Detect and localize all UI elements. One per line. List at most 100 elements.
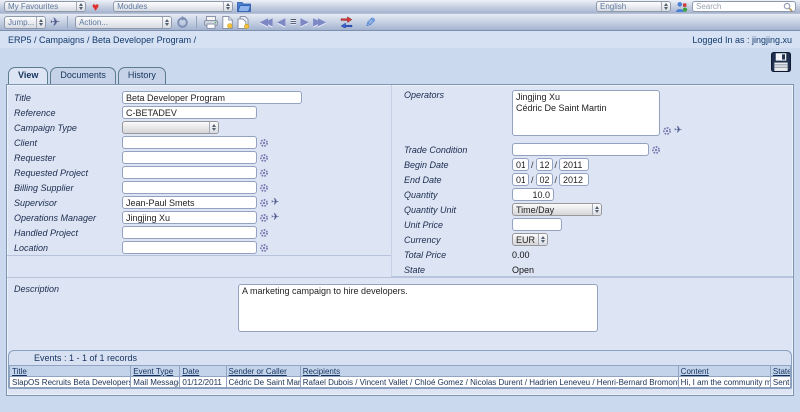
- field-label: Requested Project: [7, 168, 122, 178]
- jump-relation-icon[interactable]: ✈: [674, 126, 682, 136]
- currency-select[interactable]: EUR: [512, 233, 548, 246]
- search-icon[interactable]: [783, 2, 795, 12]
- date-separator: /: [555, 175, 558, 185]
- action-toolbar: Jump... ✈ Action... ◀◀ ◀ ≡ ▶ ▶▶: [0, 14, 800, 31]
- title-input[interactable]: [122, 91, 302, 104]
- operations-manager-input[interactable]: [122, 211, 257, 224]
- date-separator: /: [531, 160, 534, 170]
- field-handled-project: Handled Project: [7, 225, 391, 240]
- relation-lookup-icon[interactable]: [259, 138, 269, 148]
- reference-input[interactable]: [122, 106, 257, 119]
- new-document-icon[interactable]: [222, 16, 233, 29]
- user-icon[interactable]: [675, 1, 688, 13]
- relation-lookup-icon[interactable]: [259, 183, 269, 193]
- handled-project-input[interactable]: [122, 226, 257, 239]
- field-quantity: Quantity: [397, 187, 793, 202]
- campaign-type-select[interactable]: [122, 121, 219, 134]
- select-stepper-icon: [538, 234, 547, 245]
- first-page-icon[interactable]: ◀◀: [260, 17, 269, 28]
- relation-lookup-icon[interactable]: [259, 243, 269, 253]
- field-reference: Reference: [7, 105, 391, 120]
- last-page-icon[interactable]: ▶▶: [313, 17, 322, 28]
- do-action-icon[interactable]: [176, 16, 189, 29]
- search-input[interactable]: [693, 2, 783, 11]
- toolbar-divider: [67, 16, 68, 28]
- relation-lookup-icon[interactable]: [259, 153, 269, 163]
- description-section: Description A marketing campaign to hire…: [7, 277, 793, 341]
- field-label: Operators: [397, 90, 512, 100]
- jump-relation-icon[interactable]: ✈: [271, 213, 279, 223]
- table-cell: SlapOS Recruits Beta Developers: [10, 377, 131, 388]
- events-section: Events : 1 - 1 of 1 records TitleEvent T…: [8, 350, 792, 389]
- favourites-select[interactable]: My Favourites: [4, 1, 86, 12]
- unit-price-input[interactable]: [512, 218, 562, 231]
- events-column-sender-or-caller[interactable]: Sender or Caller: [226, 366, 300, 377]
- requested-project-input[interactable]: [122, 166, 257, 179]
- requester-input[interactable]: [122, 151, 257, 164]
- location-input[interactable]: [122, 241, 257, 254]
- field-label: Campaign Type: [7, 123, 122, 133]
- field-label: Location: [7, 243, 122, 253]
- form-left-column: TitleReferenceCampaign TypeClientRequest…: [7, 85, 391, 256]
- tab-view[interactable]: View: [8, 67, 48, 84]
- events-column-recipients[interactable]: Recipients: [300, 366, 678, 377]
- next-page-icon[interactable]: ▶: [301, 17, 309, 28]
- sort-icon[interactable]: [340, 16, 353, 28]
- description-textarea[interactable]: A marketing campaign to hire developers.: [238, 284, 598, 332]
- jump-plane-icon[interactable]: ✈: [50, 16, 60, 28]
- clone-document-icon[interactable]: [237, 16, 250, 29]
- relation-lookup-icon[interactable]: [651, 145, 661, 155]
- breadcrumb[interactable]: ERP5 / Campaigns / Beta Developer Progra…: [8, 35, 196, 45]
- operators-textarea[interactable]: Jingjing Xu Cédric De Saint Martin: [512, 90, 660, 136]
- quantity-unit-select[interactable]: Time/Day: [512, 203, 602, 216]
- modules-select-value: Modules: [114, 2, 223, 11]
- end-date-year-input[interactable]: [559, 173, 589, 186]
- events-column-date[interactable]: Date: [180, 366, 226, 377]
- events-column-content[interactable]: Content: [678, 366, 770, 377]
- relation-lookup-icon[interactable]: [662, 126, 672, 136]
- events-column-state[interactable]: State: [770, 366, 790, 377]
- action-select[interactable]: Action...: [75, 16, 172, 29]
- relation-lookup-icon[interactable]: [259, 213, 269, 223]
- language-select-value: English: [597, 2, 661, 11]
- edit-pencil-icon[interactable]: ✎: [365, 16, 376, 29]
- jump-select[interactable]: Jump...: [4, 16, 46, 29]
- supervisor-input[interactable]: [122, 196, 257, 209]
- total-price-value: 0.00: [512, 250, 530, 260]
- begin-date-year-input[interactable]: [559, 158, 589, 171]
- field-currency: CurrencyEUR: [397, 232, 793, 247]
- list-view-icon[interactable]: ≡: [290, 16, 295, 28]
- begin-date-month-input[interactable]: [536, 158, 553, 171]
- events-column-event-type[interactable]: Event Type: [131, 366, 180, 377]
- tab-documents[interactable]: Documents: [50, 67, 116, 84]
- billing-supplier-input[interactable]: [122, 181, 257, 194]
- language-select[interactable]: English: [596, 1, 671, 12]
- open-folder-icon[interactable]: [237, 1, 251, 12]
- begin-date-day-input[interactable]: [512, 158, 529, 171]
- table-row[interactable]: SlapOS Recruits Beta DevelopersMail Mess…: [10, 377, 791, 388]
- relation-lookup-icon[interactable]: [259, 198, 269, 208]
- tab-label: History: [128, 70, 156, 80]
- field-label: Reference: [7, 108, 122, 118]
- end-date-day-input[interactable]: [512, 173, 529, 186]
- modules-select[interactable]: Modules: [113, 1, 233, 12]
- jump-select-value: Jump...: [5, 18, 36, 27]
- date-separator: /: [555, 160, 558, 170]
- events-column-title[interactable]: Title: [10, 366, 131, 377]
- favourite-heart-icon[interactable]: ♥: [92, 1, 99, 13]
- tab-label: View: [18, 70, 38, 80]
- relation-lookup-icon[interactable]: [259, 168, 269, 178]
- previous-page-icon[interactable]: ◀: [277, 17, 285, 28]
- print-icon[interactable]: [204, 16, 218, 29]
- quantity-input[interactable]: [512, 188, 554, 201]
- end-date-month-input[interactable]: [536, 173, 553, 186]
- relation-lookup-icon[interactable]: [259, 228, 269, 238]
- trade-condition-input[interactable]: [512, 143, 649, 156]
- logged-in-as: Logged In as : jingjing.xu: [692, 35, 792, 45]
- client-input[interactable]: [122, 136, 257, 149]
- save-button[interactable]: [771, 52, 791, 72]
- tab-history[interactable]: History: [118, 67, 166, 84]
- field-total-price: Total Price0.00: [397, 247, 793, 262]
- jump-relation-icon[interactable]: ✈: [271, 198, 279, 208]
- select-stepper-icon: [36, 17, 45, 28]
